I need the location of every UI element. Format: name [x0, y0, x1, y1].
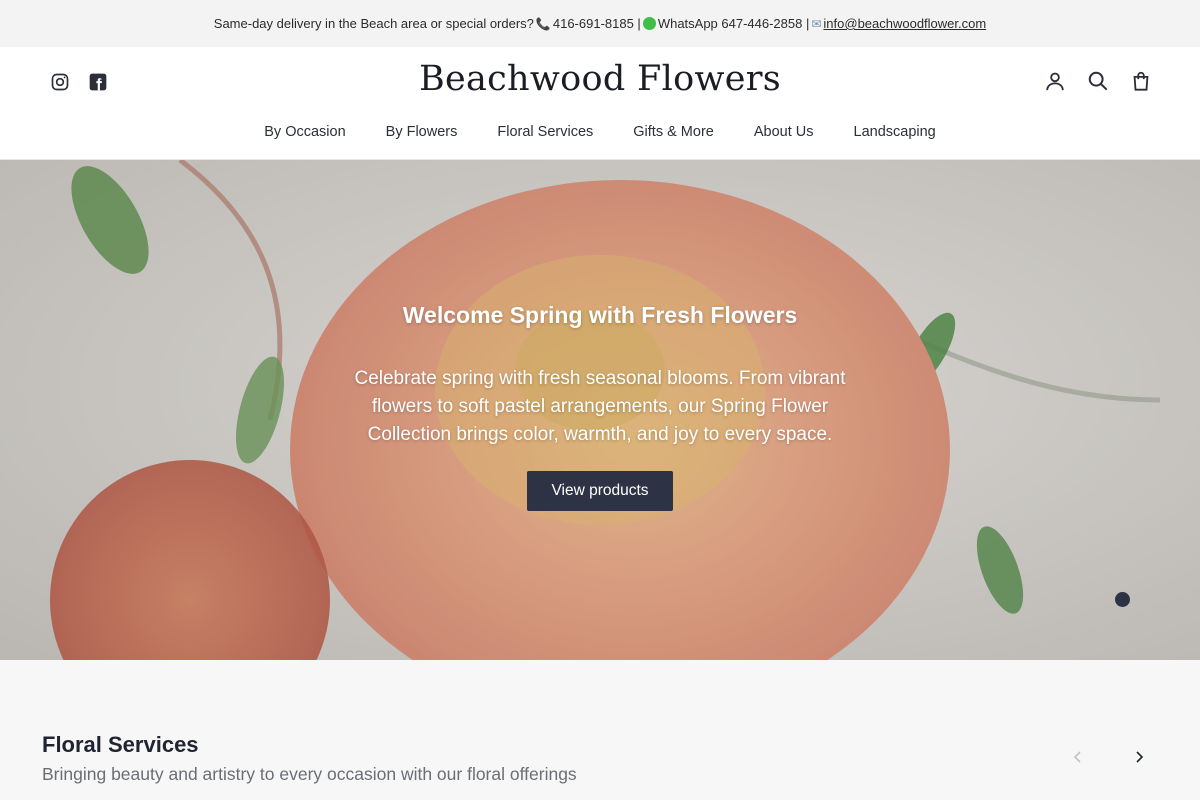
cart-icon[interactable] — [1129, 69, 1152, 92]
nav-item-gifts-more[interactable]: Gifts & More — [613, 124, 734, 140]
whatsapp-dot-icon — [642, 17, 656, 30]
account-icon[interactable] — [1043, 69, 1066, 92]
nav-item-about-us[interactable]: About Us — [734, 124, 834, 140]
announcement-phone[interactable]: 416-691-8185 | — [553, 16, 641, 31]
main-nav: By Occasion By Flowers Floral Services G… — [0, 124, 1200, 140]
chevron-right-icon[interactable] — [1130, 748, 1148, 766]
hero-banner: Welcome Spring with Fresh Flowers Celebr… — [0, 160, 1200, 660]
announcement-whatsapp[interactable]: WhatsApp 647-446-2858 | — [658, 16, 810, 31]
announcement-bar: Same-day delivery in the Beach area or s… — [0, 0, 1200, 47]
site-header: Beachwood Flowers By Occasion By Flowers… — [0, 47, 1200, 160]
section-subtitle: Bringing beauty and artistry to every oc… — [42, 764, 577, 784]
site-logo[interactable]: Beachwood Flowers — [0, 59, 1200, 99]
nav-item-by-flowers[interactable]: By Flowers — [366, 124, 478, 140]
search-icon[interactable] — [1086, 69, 1109, 92]
utility-icons — [1043, 69, 1152, 92]
mail-icon: ✉ — [811, 16, 822, 31]
chevron-left-icon[interactable] — [1069, 748, 1087, 766]
hero-text: Celebrate spring with fresh seasonal blo… — [354, 368, 846, 445]
nav-item-floral-services[interactable]: Floral Services — [477, 124, 613, 140]
hero-title: Welcome Spring with Fresh Flowers — [402, 302, 798, 328]
announcement-text: Same-day delivery in the Beach area or s… — [213, 16, 534, 31]
section-title: Floral Services — [42, 732, 199, 757]
nav-item-by-occasion[interactable]: By Occasion — [244, 124, 365, 140]
floral-services-section: Floral Services Bringing beauty and arti… — [0, 660, 1200, 800]
nav-item-landscaping[interactable]: Landscaping — [834, 124, 956, 140]
hero-content: Welcome Spring with Fresh Flowers Celebr… — [300, 302, 900, 511]
view-products-button[interactable]: View products — [527, 471, 673, 511]
announcement-email-link[interactable]: info@beachwoodflower.com — [823, 16, 986, 31]
slide-indicator-dot[interactable] — [1115, 592, 1130, 607]
phone-icon: 📞 — [535, 16, 551, 31]
